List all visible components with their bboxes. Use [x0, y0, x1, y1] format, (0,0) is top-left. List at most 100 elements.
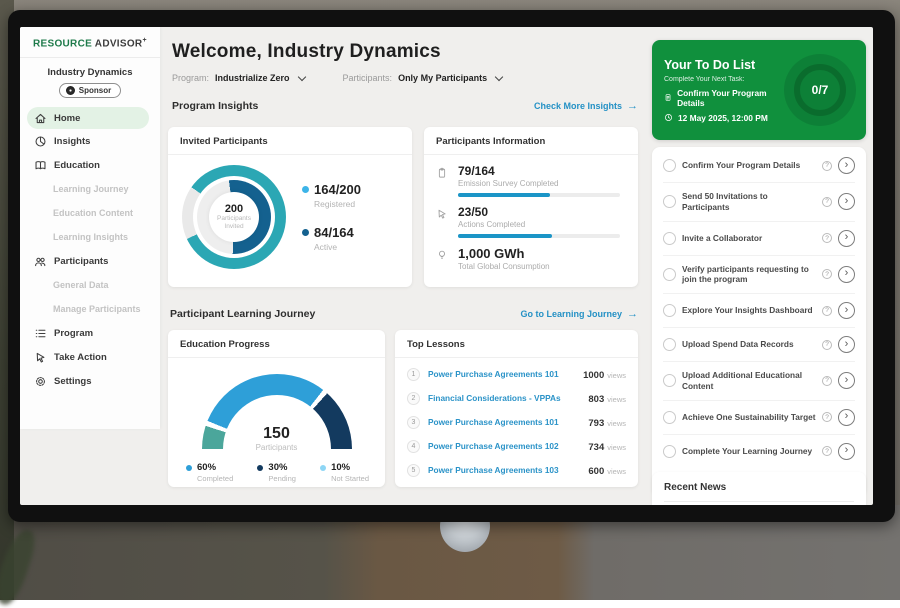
clipboard-icon	[436, 164, 450, 197]
sidebar-item-label: Settings	[54, 376, 91, 387]
lesson-link[interactable]: Power Purchase Agreements 101	[428, 417, 580, 427]
card-title: Education Progress	[168, 330, 385, 358]
chevron-down-icon[interactable]	[495, 72, 503, 80]
lesson-link[interactable]: Power Purchase Agreements 103	[428, 465, 580, 475]
legend-dot	[302, 229, 309, 236]
info-icon[interactable]: ?	[822, 446, 832, 456]
gauge-center: 150 Participants	[202, 425, 352, 452]
sidebar-item-settings[interactable]: Settings	[20, 369, 160, 393]
actions-completed-row: 23/50 Actions Completed	[436, 205, 626, 238]
todo-progress-ring: 0/7	[784, 54, 856, 126]
sidebar-item-education[interactable]: Education	[20, 153, 160, 177]
sidebar-item-learning-journey[interactable]: Learning Journey	[20, 177, 160, 201]
org-name: Industry Dynamics	[20, 67, 160, 78]
top-lessons-card: Top Lessons 1 Power Purchase Agreements …	[395, 330, 638, 487]
task-row: Confirm Your Program Details ? ›	[663, 149, 855, 182]
check-more-insights-link[interactable]: Check More Insights →	[534, 100, 638, 112]
task-go-button[interactable]: ›	[838, 193, 855, 210]
info-icon[interactable]: ?	[822, 340, 832, 350]
sidebar-item-education-content[interactable]: Education Content	[20, 201, 160, 225]
lesson-row: 1 Power Purchase Agreements 101 1000view…	[407, 362, 626, 386]
monitor-bezel: RESOURCE ADVISOR+ Industry Dynamics Spon…	[8, 10, 895, 522]
sidebar-item-label: Insights	[54, 136, 90, 147]
emission-survey-row: 79/164 Emission Survey Completed	[436, 164, 626, 197]
task-checkbox[interactable]	[663, 411, 676, 424]
task-checkbox[interactable]	[663, 374, 676, 387]
info-icon[interactable]: ?	[822, 306, 832, 316]
sidebar-item-label: Take Action	[54, 352, 107, 363]
lightbulb-icon	[436, 246, 450, 271]
sidebar-item-take-action[interactable]: Take Action	[20, 345, 160, 369]
sidebar: RESOURCE ADVISOR+ Industry Dynamics Spon…	[20, 27, 160, 429]
task-checkbox[interactable]	[663, 304, 676, 317]
legend-dot	[302, 186, 309, 193]
sidebar-item-program[interactable]: Program	[20, 321, 160, 345]
sidebar-item-learning-insights[interactable]: Learning Insights	[20, 225, 160, 249]
invited-participants-card: Invited Participants 200 Participants In…	[168, 127, 412, 287]
divider	[664, 501, 854, 502]
page-title: Welcome, Industry Dynamics	[172, 41, 638, 63]
task-go-button[interactable]: ›	[838, 443, 855, 460]
legend-not-started: 10% Not Started	[320, 462, 369, 483]
sidebar-item-label: Program	[54, 328, 93, 339]
task-go-button[interactable]: ›	[838, 409, 855, 426]
sidebar-item-home[interactable]: Home	[27, 107, 149, 129]
info-icon[interactable]: ?	[822, 197, 832, 207]
chevron-down-icon[interactable]	[297, 72, 305, 80]
settings-icon	[34, 375, 47, 388]
sidebar-item-general-data[interactable]: General Data	[20, 273, 160, 297]
progress-fill	[458, 193, 550, 197]
info-icon[interactable]: ?	[822, 376, 832, 386]
task-checkbox[interactable]	[663, 268, 676, 281]
lesson-row: 5 Power Purchase Agreements 103 600views	[407, 458, 626, 482]
invited-donut-chart: 200 Participants Invited	[182, 165, 286, 269]
program-select[interactable]: Industrialize Zero	[215, 73, 290, 83]
task-checkbox[interactable]	[663, 445, 676, 458]
education-progress-card: Education Progress 150 Participants 60% …	[168, 330, 385, 487]
legend-dot	[186, 465, 192, 471]
task-row: Complete Your Learning Journey ? ›	[663, 434, 855, 468]
arrow-right-icon: →	[627, 308, 638, 320]
lesson-rank: 2	[407, 392, 420, 405]
info-icon[interactable]: ?	[822, 269, 832, 279]
task-go-button[interactable]: ›	[838, 230, 855, 247]
task-go-button[interactable]: ›	[838, 372, 855, 389]
sidebar-item-manage-participants[interactable]: Manage Participants	[20, 297, 160, 321]
progress-track	[458, 193, 620, 197]
lesson-link[interactable]: Power Purchase Agreements 101	[428, 369, 575, 379]
sidebar-item-label: Education	[54, 160, 100, 171]
clock-icon	[664, 113, 673, 122]
donut-center: 200 Participants Invited	[209, 192, 259, 242]
sponsor-badge-label: Sponsor	[79, 86, 111, 95]
lesson-link[interactable]: Financial Considerations - VPPAs	[428, 393, 580, 403]
card-title: Top Lessons	[395, 330, 638, 358]
lesson-row: 2 Financial Considerations - VPPAs 803vi…	[407, 386, 626, 410]
info-icon[interactable]: ?	[822, 233, 832, 243]
sponsor-badge-icon	[66, 86, 75, 95]
participants-select[interactable]: Only My Participants	[398, 73, 487, 83]
task-row: Invite a Collaborator ? ›	[663, 221, 855, 255]
info-icon[interactable]: ?	[822, 161, 832, 171]
todo-next-task: Confirm Your Program Details	[664, 88, 784, 108]
task-go-button[interactable]: ›	[838, 336, 855, 353]
info-icon[interactable]: ?	[822, 412, 832, 422]
recent-news-title: Recent News	[664, 482, 854, 493]
task-checkbox[interactable]	[663, 338, 676, 351]
task-go-button[interactable]: ›	[838, 157, 855, 174]
lesson-link[interactable]: Power Purchase Agreements 102	[428, 441, 580, 451]
card-title: Participants Information	[424, 127, 638, 155]
sidebar-item-participants[interactable]: Participants	[20, 249, 160, 273]
task-row: Upload Additional Educational Content ? …	[663, 361, 855, 400]
consumption-row: 1,000 GWh Total Global Consumption	[436, 246, 626, 271]
task-go-button[interactable]: ›	[838, 302, 855, 319]
task-checkbox[interactable]	[663, 159, 676, 172]
sidebar-item-insights[interactable]: Insights	[20, 129, 160, 153]
task-go-button[interactable]: ›	[838, 266, 855, 283]
task-checkbox[interactable]	[663, 195, 676, 208]
sidebar-item-label: General Data	[53, 280, 109, 290]
task-checkbox[interactable]	[663, 232, 676, 245]
link-label: Check More Insights	[534, 101, 622, 111]
go-to-learning-journey-link[interactable]: Go to Learning Journey →	[520, 308, 638, 320]
legend-active: 84/164 Active	[302, 225, 361, 252]
todo-task-list: Confirm Your Program Details ? › Send 50…	[652, 147, 866, 496]
